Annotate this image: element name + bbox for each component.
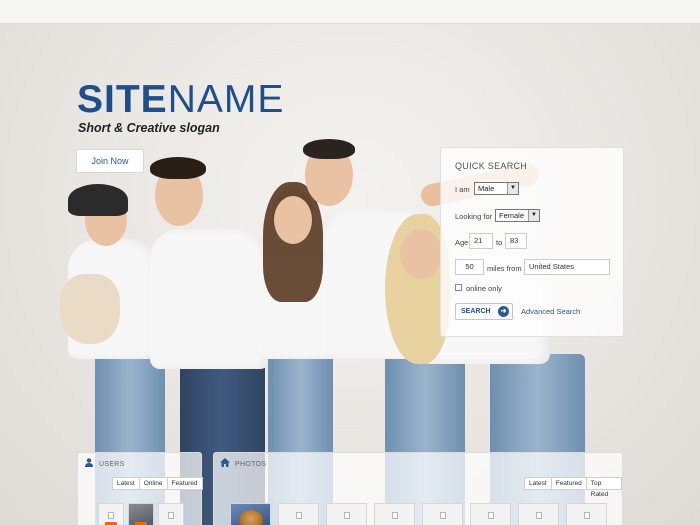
logo-part-site: SITE bbox=[77, 78, 168, 121]
age-label: Age bbox=[455, 238, 469, 247]
users-tab-online[interactable]: Online bbox=[138, 477, 168, 490]
photos-panel-title: PHOTOS bbox=[235, 461, 267, 468]
user-thumb[interactable] bbox=[128, 503, 154, 525]
photo-thumb[interactable] bbox=[422, 503, 463, 525]
image-placeholder-icon bbox=[535, 512, 542, 519]
user-thumb[interactable] bbox=[98, 503, 124, 525]
users-panel-title: USERS bbox=[99, 461, 125, 468]
users-panel-header: USERS bbox=[84, 458, 125, 468]
users-tab-featured[interactable]: Featured bbox=[166, 477, 203, 490]
photos-panel: PHOTOS Latest Featured Top Rated bbox=[213, 452, 623, 525]
photos-tab-latest[interactable]: Latest bbox=[524, 477, 552, 490]
dropdown-arrow-icon: ▼ bbox=[507, 183, 518, 194]
users-tab-latest[interactable]: Latest bbox=[112, 477, 140, 490]
site-slogan: Short & Creative slogan bbox=[78, 121, 220, 135]
i-am-select[interactable]: Male ▼ bbox=[474, 182, 519, 195]
photos-tab-featured[interactable]: Featured bbox=[550, 477, 587, 490]
online-only-label: online only bbox=[466, 284, 502, 293]
photo-thumb[interactable] bbox=[470, 503, 511, 525]
i-am-label: I am bbox=[455, 185, 470, 194]
users-panel: USERS Latest Online Featured bbox=[77, 452, 203, 525]
logo-part-name: NAME bbox=[167, 78, 285, 121]
image-placeholder-icon bbox=[583, 512, 590, 519]
photo-thumb[interactable] bbox=[326, 503, 367, 525]
online-only-checkbox[interactable] bbox=[455, 284, 462, 291]
lion-photo bbox=[239, 510, 263, 525]
photo-thumb[interactable] bbox=[230, 503, 271, 525]
join-now-button[interactable]: Join Now bbox=[76, 149, 144, 173]
home-icon bbox=[220, 458, 230, 467]
photos-tab-top-rated[interactable]: Top Rated bbox=[585, 477, 622, 498]
advanced-search-link[interactable]: Advanced Search bbox=[521, 307, 580, 316]
site-logo[interactable]: SITENAME bbox=[77, 80, 284, 119]
age-to-label: to bbox=[496, 238, 503, 247]
image-placeholder-icon bbox=[391, 512, 398, 519]
image-placeholder-icon bbox=[487, 512, 494, 519]
search-button-label: SEARCH bbox=[461, 308, 491, 315]
image-placeholder-icon bbox=[108, 512, 114, 519]
miles-input[interactable]: 50 bbox=[455, 259, 484, 275]
age-from-input[interactable]: 21 bbox=[469, 233, 493, 249]
user-icon bbox=[85, 458, 93, 467]
hero-banner: SITENAME Short & Creative slogan Join No… bbox=[0, 24, 700, 525]
quick-search-panel: QUICK SEARCH I am Male ▼ Looking for Fem… bbox=[440, 147, 624, 337]
miles-from-label: miles from bbox=[487, 264, 522, 273]
users-tabs: Latest Online Featured bbox=[112, 477, 203, 490]
photos-panel-header: PHOTOS bbox=[220, 458, 266, 468]
photo-thumb[interactable] bbox=[518, 503, 559, 525]
i-am-value: Male bbox=[478, 184, 495, 193]
location-input[interactable]: United States bbox=[524, 259, 610, 275]
photo-thumb[interactable] bbox=[278, 503, 319, 525]
image-placeholder-icon bbox=[343, 512, 350, 519]
dropdown-arrow-icon: ▼ bbox=[528, 210, 539, 221]
arrow-right-icon: ➜ bbox=[498, 306, 509, 317]
photo-thumb[interactable] bbox=[566, 503, 607, 525]
looking-for-label: Looking for bbox=[455, 212, 493, 221]
photos-tabs: Latest Featured Top Rated bbox=[524, 477, 622, 498]
image-placeholder-icon bbox=[439, 512, 446, 519]
image-placeholder-icon bbox=[168, 512, 174, 519]
looking-for-value: Female bbox=[499, 211, 525, 220]
user-thumb[interactable] bbox=[158, 503, 184, 525]
photo-thumb[interactable] bbox=[374, 503, 415, 525]
image-placeholder-icon bbox=[295, 512, 302, 519]
quick-search-title: QUICK SEARCH bbox=[455, 161, 528, 171]
search-button[interactable]: SEARCH ➜ bbox=[455, 303, 513, 320]
age-to-input[interactable]: 83 bbox=[505, 233, 527, 249]
top-bar bbox=[0, 0, 700, 24]
looking-for-select[interactable]: Female ▼ bbox=[495, 209, 540, 222]
